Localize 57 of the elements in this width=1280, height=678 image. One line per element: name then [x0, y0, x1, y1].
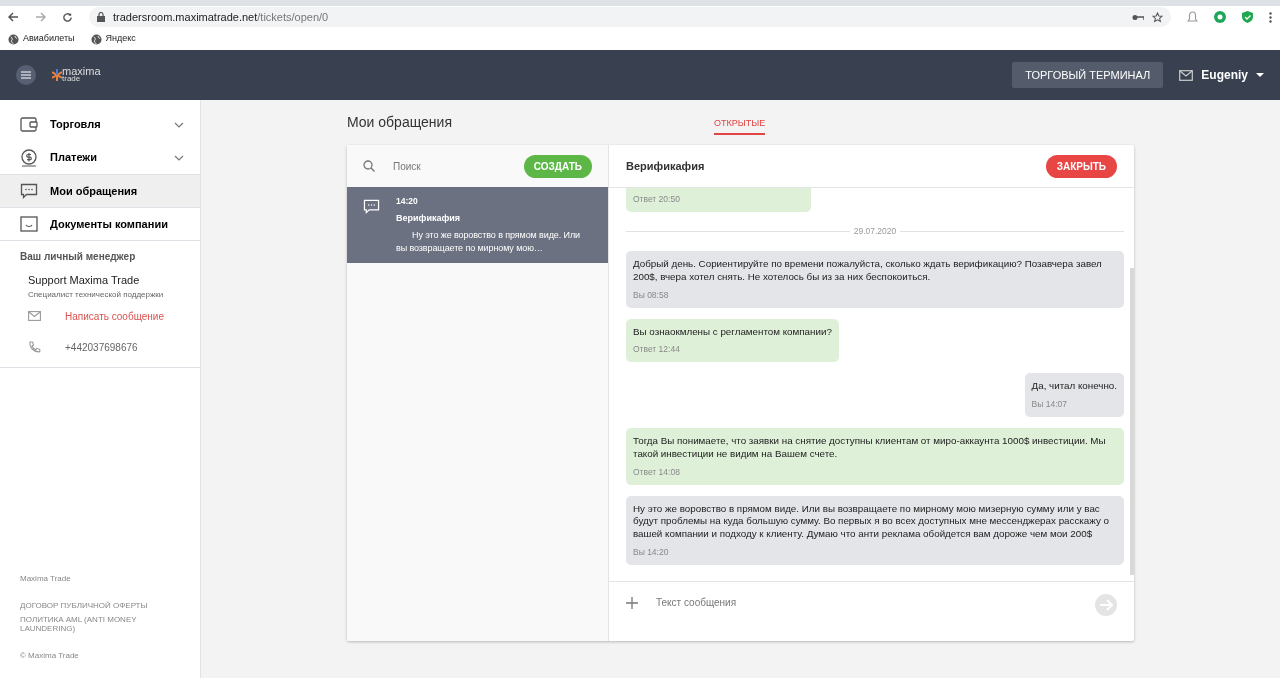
copyright: © Maxima Trade	[20, 650, 80, 662]
bookmark[interactable]: Яндекс	[90, 32, 136, 46]
forward-icon[interactable]	[35, 12, 46, 22]
message-bubble: Вы ознаокмлены с регламентом компании? Ответ 12:44	[626, 318, 839, 363]
dollar-icon	[20, 148, 38, 167]
reload-icon[interactable]	[62, 11, 73, 23]
manager-role: Специалист технической поддержки	[28, 288, 165, 301]
phone-icon	[28, 340, 41, 354]
search-field[interactable]: Поиск	[391, 157, 508, 175]
more-icon[interactable]	[1269, 11, 1272, 23]
bookmark[interactable]: Авиабилеты	[8, 32, 75, 46]
write-message-link[interactable]: Написать сообщение	[65, 308, 164, 324]
phone-number: +442037698676	[65, 340, 138, 355]
chat-title: Верификафия	[626, 158, 705, 174]
footer-link[interactable]: ПОЛИТИКА AML (ANTI MONEY LAUNDERING)	[20, 614, 150, 634]
trading-terminal-button[interactable]: ТОРГОВЫЙ ТЕРМИНАЛ	[1012, 61, 1164, 89]
chevron-down-icon	[174, 154, 184, 161]
mail-icon	[28, 311, 41, 321]
shield-icon[interactable]	[1242, 11, 1253, 23]
sidebar-item[interactable]: Мои обращения	[0, 174, 200, 207]
message-bubble: Да, читал конечно. Вы 14:07	[1024, 373, 1124, 418]
user-menu[interactable]: Eugeniy	[1201, 66, 1264, 84]
message-bubble: Добрый день. Сориентируйте по времени пожалуйста, сколько ждать верификацию? Позавчера завел 200$, вчера хотел снять. Не хотелось бы из за них беспокоиться. Вы 08:58	[626, 251, 1124, 308]
page-title: Мои обращения	[347, 113, 452, 132]
chat-icon	[20, 182, 38, 200]
caret-icon	[1256, 73, 1264, 77]
footer-link[interactable]: ДОГОВОР ПУБЛИЧНОЙ ОФЕРТЫ	[20, 601, 150, 611]
star-icon[interactable]	[1152, 11, 1163, 23]
menu-button[interactable]	[16, 65, 36, 85]
logo[interactable]: maxima trade	[52, 67, 101, 83]
search-icon	[363, 160, 375, 172]
ticket-item[interactable]: 14:20 Верификафия Ну это же воровство в прямом виде. Или вы возвращаете по мирному мою…	[347, 187, 608, 263]
logo-mark-icon	[52, 69, 62, 81]
globe-icon	[8, 33, 19, 45]
message-bubble: Ответ 20:50	[626, 188, 811, 213]
footer-brand: Maxima Trade	[20, 573, 72, 586]
message-bubble: Тогда Вы понимаете, что заявки на снятие доступны клиентам от миро-аккаунта 1000$ инвестиции. Мы такой инвестиции не видим на Вашем счете. Ответ 14:08	[626, 428, 1124, 485]
chat-icon	[363, 199, 380, 215]
address-bar[interactable]: tradersroom.maximatrade.net/tickets/open/0	[89, 7, 1171, 27]
chevron-down-icon	[174, 121, 184, 128]
tab[interactable]: ОТКРЫТЫЕ	[714, 116, 766, 135]
key-icon[interactable]	[1132, 13, 1144, 21]
document-icon	[20, 216, 38, 232]
message-bubble: Ну это же воровство в прямом виде. Или вы возвращаете по мирному мою мизерную сумму или у вас будут проблемы на куда большую сумму. Во первых я во всех доступных мне мессенджерах расскажу о вашей компании и подходу к клиенту. Думаю что анти реклама обойдется вам дороже чем мои 200$ Вы 14:20	[626, 495, 1124, 565]
url-text: tradersroom.maximatrade.net/tickets/open/0	[113, 9, 329, 25]
manager-name: Support Maxima Trade	[28, 273, 141, 288]
message-input[interactable]: Текст сообщения	[654, 594, 1079, 611]
wallet-icon	[20, 117, 38, 132]
back-icon[interactable]	[8, 12, 19, 22]
close-button[interactable]: ЗАКРЫТЬ	[1045, 154, 1117, 178]
menu-icon[interactable]	[21, 71, 31, 79]
mail-icon[interactable]	[1179, 69, 1194, 81]
manager-heading: Ваш личный менеджер	[20, 250, 137, 264]
lock-icon	[97, 12, 105, 22]
plus-icon[interactable]	[626, 597, 638, 609]
date-separator: 29.07.2020	[853, 225, 897, 239]
globe-icon	[90, 33, 102, 45]
